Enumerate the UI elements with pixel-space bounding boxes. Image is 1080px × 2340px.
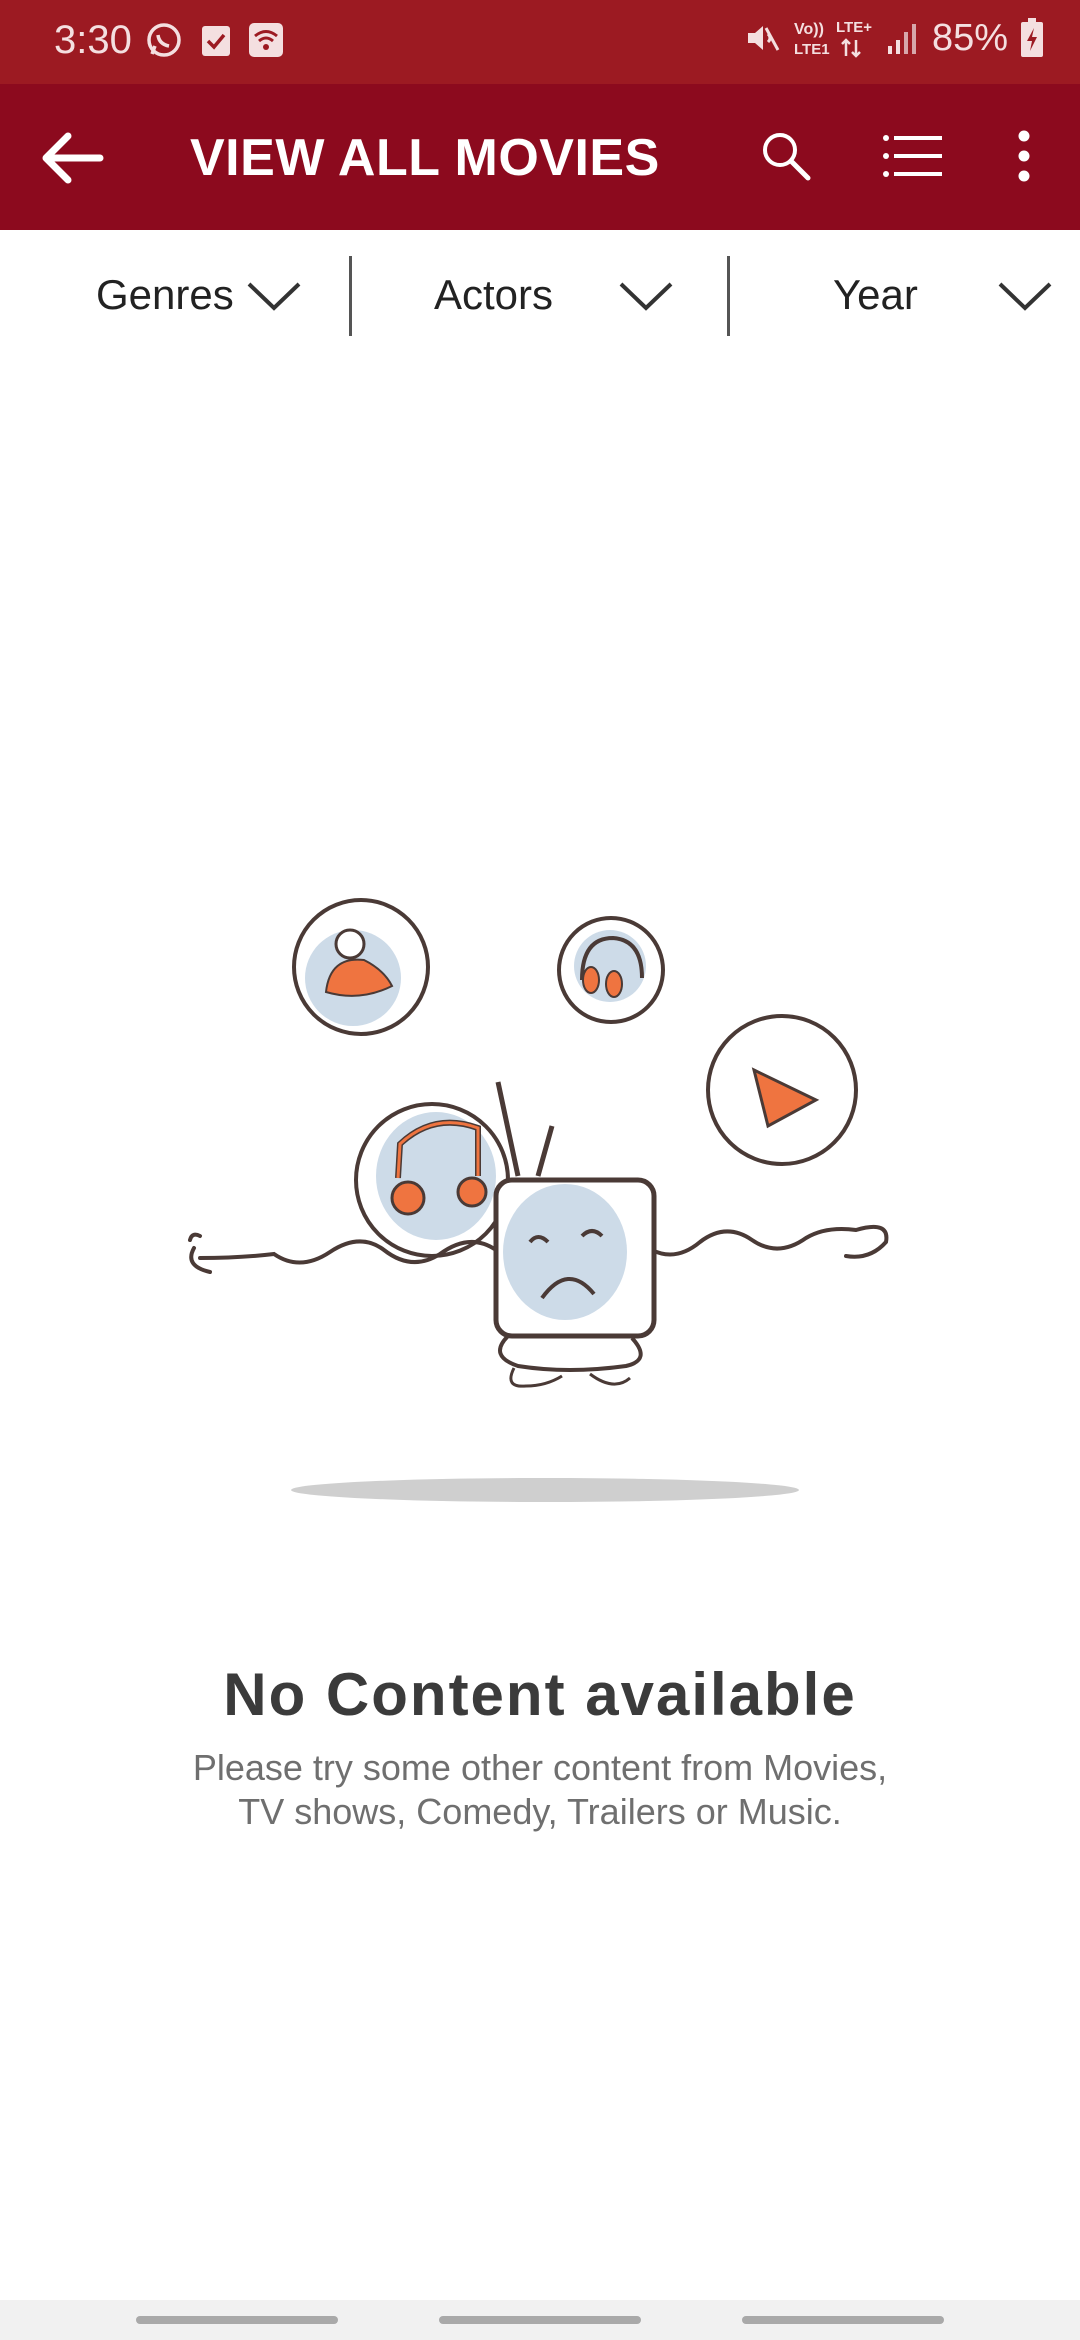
nav-recents-button[interactable] [136,2316,338,2324]
system-navigation-bar [0,2300,1080,2340]
music-bubble-icon [354,1102,510,1258]
notification-icons [144,20,284,60]
list-view-button[interactable] [880,126,946,186]
system-status-icons: Vo)) LTE+ LTE1 85% [744,16,1044,60]
empty-state-message-line: Please try some other content from Movie… [192,1747,888,1788]
empty-state-title: No Content available [223,1661,857,1728]
search-button[interactable] [756,126,816,186]
filter-divider [349,256,352,336]
user-bubble-icon [292,898,430,1036]
play-bubble-icon [706,1014,858,1166]
app-bar: VIEW ALL MOVIES [0,84,1080,230]
svg-text:LTE+: LTE+ [836,19,872,36]
chevron-down-icon [247,282,301,311]
back-arrow-icon [42,132,104,184]
search-icon [763,133,811,181]
filter-actors[interactable]: Actors [434,230,724,360]
nav-back-button[interactable] [742,2316,944,2324]
filter-year[interactable]: Year [833,230,1053,360]
lte-icon: Vo)) LTE+ LTE1 [794,19,872,58]
battery-charging-icon [1021,18,1043,57]
filter-genres[interactable]: Genres [96,230,346,360]
checkbox-icon [202,26,230,56]
status-time: 3:30 [54,18,132,62]
more-options-button[interactable] [1004,124,1044,188]
empty-state-message: Please try some other content from Movie… [140,1746,940,1834]
page-title: VIEW ALL MOVIES [190,129,660,187]
signal-icon [887,24,916,54]
chevron-down-icon [619,282,673,311]
sad-tv-character [493,1177,657,1388]
empty-state-illustration [188,898,889,1502]
more-vert-icon [1018,130,1030,182]
svg-text:LTE1: LTE1 [794,41,830,58]
headphones-bubble-icon [557,916,665,1024]
filter-label: Year [833,271,918,318]
empty-state-message-line: TV shows, Comedy, Trailers or Music. [238,1791,842,1832]
svg-text:Vo)): Vo)) [794,21,824,38]
filter-bar: Genres Actors Year [0,230,1080,360]
status-bar: 3:30 Vo)) LTE+ LTE1 85% [0,0,1080,84]
list-icon [883,135,942,177]
wifi-icon [249,23,283,57]
mute-icon [747,26,780,51]
ground-shadow [291,1478,799,1502]
filter-divider [727,256,730,336]
nav-home-button[interactable] [439,2316,641,2324]
battery-percentage: 85% [931,16,1008,59]
filter-label: Genres [96,271,234,318]
chevron-down-icon [998,282,1052,311]
back-button[interactable] [34,124,108,192]
filter-label: Actors [434,271,554,318]
whatsapp-icon [147,23,181,57]
